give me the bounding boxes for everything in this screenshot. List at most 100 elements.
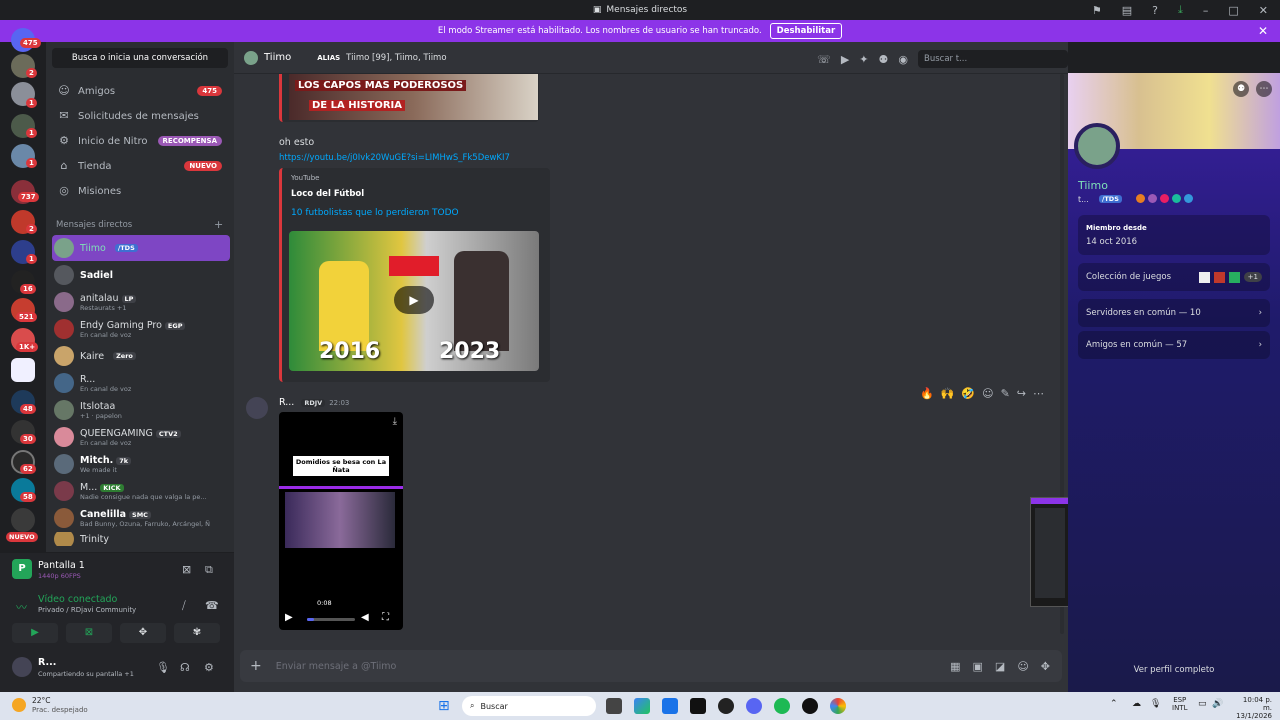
add-dm-icon[interactable]: + bbox=[214, 218, 223, 231]
forward-icon[interactable]: ↪ bbox=[1017, 387, 1026, 400]
pin-icon[interactable]: ✦ bbox=[859, 53, 868, 66]
message-placeholder[interactable]: Enviar mensaje a @Tiimo bbox=[276, 661, 397, 672]
weather-desc[interactable]: Prac. despejado bbox=[32, 706, 88, 714]
mutual-friends-card[interactable]: Amigos en común — 57 › bbox=[1078, 331, 1270, 359]
volume-tray-icon[interactable]: 🔊 bbox=[1212, 699, 1223, 709]
language-indicator[interactable]: ESP INTL bbox=[1172, 696, 1187, 712]
message-input[interactable]: + Enviar mensaje a @Tiimo ▦ ▣ ◪ ☺ ✥ bbox=[240, 650, 1062, 682]
game-collection-card[interactable]: Colección de juegos +1 bbox=[1078, 263, 1270, 291]
dm-item[interactable]: Tiimo /TDS bbox=[52, 235, 230, 261]
more-icon[interactable]: ⋯ bbox=[1033, 387, 1044, 400]
app-icon[interactable] bbox=[718, 698, 734, 714]
call-icon[interactable]: ☏ bbox=[817, 53, 831, 66]
help-icon[interactable]: ? bbox=[1152, 4, 1158, 17]
share-screen-button[interactable]: ⊠ bbox=[66, 623, 112, 643]
badge-icon[interactable] bbox=[1136, 194, 1145, 203]
voice-channel[interactable]: Privado / RDjavi Community bbox=[38, 606, 136, 614]
reaction-icon[interactable]: 🤣 bbox=[961, 387, 975, 400]
weather-temp[interactable]: 22°C bbox=[32, 696, 51, 705]
reaction-icon[interactable]: 🙌 bbox=[941, 387, 955, 400]
dm-item[interactable]: Sadiel bbox=[52, 262, 230, 288]
dm-item[interactable]: Kaire Zero bbox=[52, 343, 230, 369]
flag-icon[interactable]: ⚑ bbox=[1092, 4, 1102, 17]
play-icon[interactable]: ▶ bbox=[285, 612, 293, 623]
embed-title[interactable]: 10 futbolistas que lo perdieron TODO bbox=[291, 208, 459, 218]
disable-streamer-button[interactable]: Deshabilitar bbox=[769, 23, 843, 39]
message-author[interactable]: R... bbox=[279, 397, 294, 408]
nav-shop[interactable]: ⌂ Tienda NUEVO bbox=[52, 155, 228, 177]
badge-icon[interactable] bbox=[1184, 194, 1193, 203]
dm-item[interactable]: R... En canal de voz bbox=[52, 370, 230, 396]
embed-author[interactable]: Loco del Fútbol bbox=[291, 189, 364, 199]
voice-status[interactable]: Vídeo conectado bbox=[38, 594, 117, 605]
weather-icon[interactable] bbox=[12, 698, 26, 712]
nav-quests[interactable]: ◎ Misiones bbox=[52, 180, 228, 202]
windows-start-icon[interactable]: ⊞ bbox=[438, 698, 454, 714]
profile-avatar[interactable] bbox=[1074, 123, 1120, 169]
discord-taskbar-icon[interactable] bbox=[746, 698, 762, 714]
gif-icon[interactable]: ▣ bbox=[973, 660, 983, 673]
mutual-servers-card[interactable]: Servidores en común — 10 › bbox=[1078, 299, 1270, 327]
activities-button[interactable]: ✥ bbox=[120, 623, 166, 643]
maximize-button[interactable]: □ bbox=[1228, 4, 1238, 17]
user-avatar[interactable] bbox=[12, 657, 32, 677]
conversation-search[interactable]: Busca o inicia una conversación bbox=[52, 48, 228, 68]
camera-button[interactable]: ▶ bbox=[12, 623, 58, 643]
emoji-icon[interactable]: ☺ bbox=[1017, 660, 1028, 673]
more-options-icon[interactable]: ⋯ bbox=[1256, 81, 1272, 97]
chat-search-input[interactable]: Buscar t... bbox=[918, 50, 1068, 68]
user-name[interactable]: R... bbox=[38, 657, 56, 668]
task-view-icon[interactable] bbox=[606, 698, 622, 714]
dm-item[interactable]: Mitch. 7k We made it bbox=[52, 451, 230, 477]
video-progress[interactable] bbox=[307, 618, 355, 621]
mic-icon[interactable]: 🎙 bbox=[156, 661, 170, 674]
minimize-button[interactable]: – bbox=[1203, 4, 1209, 17]
embed-thumbnail[interactable]: 2016 2023 ▶ bbox=[289, 231, 539, 371]
noise-icon[interactable]: ⧸ bbox=[182, 599, 186, 613]
dm-item[interactable]: Endy Gaming Pro EGP En canal de voz bbox=[52, 316, 230, 342]
chat-user[interactable]: Tiimo bbox=[264, 52, 291, 63]
fullscreen-icon[interactable]: ⛶ bbox=[382, 612, 389, 623]
chrome-icon[interactable] bbox=[830, 698, 846, 714]
mic-tray-icon[interactable]: 🎙 bbox=[1150, 699, 1161, 709]
badge-icon[interactable] bbox=[1148, 194, 1157, 203]
settings-gear-icon[interactable]: ⚙ bbox=[204, 661, 214, 674]
inbox-icon[interactable]: ▤ bbox=[1122, 4, 1132, 17]
stop-stream-icon[interactable]: ⊠ bbox=[182, 563, 191, 576]
spotify-icon[interactable] bbox=[774, 698, 790, 714]
headphones-icon[interactable]: ☊ bbox=[180, 661, 190, 674]
add-friends-icon[interactable]: ⚉ bbox=[879, 53, 889, 66]
sticker-icon[interactable]: ◪ bbox=[995, 660, 1005, 673]
signal-icon[interactable]: 〰 bbox=[16, 599, 27, 615]
nav-message-requests[interactable]: ✉ Solicitudes de mensajes bbox=[52, 105, 228, 127]
server-icon[interactable] bbox=[11, 358, 35, 382]
volume-icon[interactable]: ◀ bbox=[361, 612, 369, 623]
message-avatar[interactable] bbox=[246, 397, 268, 419]
dm-item[interactable]: QUEENGAMING CTV2 En canal de voz bbox=[52, 424, 230, 450]
download-icon[interactable]: ⤓ bbox=[393, 416, 397, 427]
edit-icon[interactable]: ✎ bbox=[1001, 387, 1010, 400]
tray-chevron-icon[interactable]: ⌃ bbox=[1110, 699, 1118, 709]
cloud-icon[interactable]: ☁ bbox=[1132, 699, 1141, 709]
apps-icon[interactable]: ✥ bbox=[1041, 660, 1050, 673]
network-icon[interactable]: ▭ bbox=[1198, 699, 1207, 709]
copilot-icon[interactable] bbox=[634, 698, 650, 714]
store-icon[interactable] bbox=[662, 698, 678, 714]
capcut-icon[interactable] bbox=[690, 698, 706, 714]
add-reaction-icon[interactable]: ☺ bbox=[982, 387, 993, 400]
disconnect-icon[interactable]: ☎ bbox=[205, 599, 219, 612]
dm-item[interactable]: Trinity bbox=[52, 532, 230, 546]
close-window-button[interactable]: ✕ bbox=[1259, 4, 1268, 17]
badge-icon[interactable] bbox=[1172, 194, 1181, 203]
video-thumbnail[interactable]: LOS CAPOS MAS PODEROSOS DE LA HISTORIA bbox=[289, 74, 538, 120]
message-link[interactable]: https://youtu.be/j0Ivk20WuGE?si=LIMHwS_F… bbox=[279, 153, 510, 163]
download-icon[interactable]: ⤓ bbox=[1178, 3, 1183, 17]
stream-settings-icon[interactable]: ⧉ bbox=[205, 563, 213, 577]
clock[interactable]: 10:04 p. m. 13/1/2026 bbox=[1232, 696, 1272, 720]
add-friend-icon[interactable]: ⚉ bbox=[1233, 81, 1249, 97]
video-call-icon[interactable]: ▶ bbox=[841, 53, 849, 66]
dm-item[interactable]: Itslotaa +1 · papelon bbox=[52, 397, 230, 423]
nav-friends[interactable]: ☺ Amigos 475 bbox=[52, 80, 228, 102]
badge-icon[interactable] bbox=[1160, 194, 1169, 203]
server-icon[interactable] bbox=[11, 508, 35, 532]
